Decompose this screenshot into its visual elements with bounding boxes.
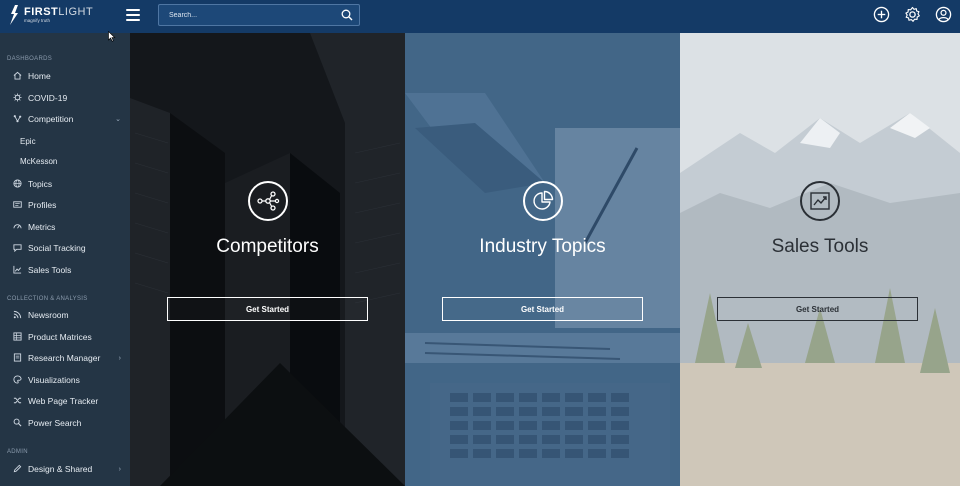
- pencil-icon: [10, 464, 24, 474]
- virus-icon: [10, 93, 24, 103]
- sidebar-item-profiles[interactable]: Profiles: [0, 196, 130, 214]
- sidebar-item-label: Topics: [28, 179, 53, 189]
- book-icon: [10, 353, 24, 363]
- rss-icon: [10, 310, 24, 320]
- sidebar-item-label: Metrics: [28, 222, 56, 232]
- sidebar-item-label: Product Matrices: [28, 332, 92, 342]
- sidebar-item-web-page-tracker[interactable]: Web Page Tracker: [0, 392, 130, 410]
- sidebar-item-label: Profiles: [28, 200, 57, 210]
- network-icon: [10, 114, 24, 124]
- sidebar-item-visualizations[interactable]: Visualizations: [0, 371, 130, 389]
- sidebar-item-label: Design & Shared: [28, 464, 93, 474]
- chat-icon: [10, 243, 24, 253]
- get-started-button-industry-topics[interactable]: Get Started: [442, 297, 643, 321]
- chevron-down-icon[interactable]: ⌄: [115, 115, 121, 123]
- section-title-admin: ADMIN: [7, 449, 28, 455]
- sidebar-item-home[interactable]: Home: [0, 67, 130, 85]
- sidebar-item-sales-tools[interactable]: Sales Tools: [0, 261, 130, 279]
- shuffle-icon: [10, 396, 24, 406]
- sidebar-item-label: COVID-19: [28, 93, 68, 103]
- sidebar: DASHBOARDS Home COVID-19 Competition ⌄ E…: [0, 33, 130, 486]
- panel-competitors: Competitors Get Started: [130, 33, 405, 486]
- section-title-dashboards: DASHBOARDS: [7, 56, 53, 62]
- brand-name: FIRSTLIGHT: [24, 5, 94, 18]
- panel-industry-topics: Industry Topics Get Started: [405, 33, 680, 486]
- sidebar-item-topics[interactable]: Topics: [0, 175, 130, 193]
- chart-line-icon: [10, 265, 24, 275]
- sidebar-subitem-label: Epic: [20, 136, 36, 146]
- flame-logo-icon: [10, 5, 18, 25]
- sidebar-subitem-mckesson[interactable]: McKesson: [0, 152, 130, 170]
- gear-icon[interactable]: [904, 6, 921, 23]
- sidebar-item-competition[interactable]: Competition ⌄: [0, 110, 130, 128]
- sidebar-item-label: Visualizations: [28, 375, 80, 385]
- sidebar-subitem-label: McKesson: [20, 156, 58, 166]
- mouse-cursor-icon: [108, 31, 116, 42]
- hamburger-icon[interactable]: [126, 9, 140, 21]
- sidebar-item-label: Sales Tools: [28, 265, 72, 275]
- sidebar-item-product-matrices[interactable]: Product Matrices: [0, 328, 130, 346]
- palette-icon: [10, 375, 24, 385]
- brand-tagline: magnify truth: [24, 17, 51, 23]
- trend-chart-icon: [800, 181, 840, 221]
- gauge-icon: [10, 222, 24, 232]
- panel-sales-tools: Sales Tools Get Started: [680, 33, 960, 486]
- sidebar-item-covid-19[interactable]: COVID-19: [0, 89, 130, 107]
- sidebar-item-design-shared[interactable]: Design & Shared ›: [0, 460, 130, 478]
- sidebar-item-label: Home: [28, 71, 51, 81]
- sidebar-item-metrics[interactable]: Metrics: [0, 218, 130, 236]
- panel-title: Competitors: [216, 236, 319, 257]
- sidebar-item-social-tracking[interactable]: Social Tracking: [0, 239, 130, 257]
- brand-logo[interactable]: FIRSTLIGHT magnify truth: [8, 5, 93, 25]
- grid-icon: [10, 332, 24, 342]
- sidebar-item-label: Power Search: [28, 418, 82, 428]
- user-circle-icon[interactable]: [935, 6, 952, 23]
- sidebar-item-label: Web Page Tracker: [28, 396, 99, 406]
- home-icon: [10, 71, 24, 81]
- get-started-button-competitors[interactable]: Get Started: [167, 297, 368, 321]
- sidebar-item-power-search[interactable]: Power Search: [0, 414, 130, 432]
- magnify-icon: [10, 418, 24, 428]
- sidebar-subitem-epic[interactable]: Epic: [0, 132, 130, 150]
- sidebar-item-research-manager[interactable]: Research Manager ›: [0, 349, 130, 367]
- id-card-icon: [10, 200, 24, 210]
- globe-icon: [10, 179, 24, 189]
- panel-title: Sales Tools: [771, 236, 869, 257]
- search-box: [158, 4, 360, 26]
- sidebar-item-label: Social Tracking: [28, 243, 86, 253]
- chevron-right-icon[interactable]: ›: [119, 466, 121, 473]
- top-bar: FIRSTLIGHT magnify truth: [0, 0, 960, 33]
- search-icon[interactable]: [341, 9, 353, 21]
- sidebar-item-label: Competition: [28, 114, 74, 124]
- search-input[interactable]: [169, 5, 329, 25]
- network-nodes-icon: [247, 181, 288, 221]
- plus-circle-icon[interactable]: [873, 6, 890, 23]
- pie-chart-icon: [522, 181, 563, 221]
- chevron-right-icon[interactable]: ›: [119, 355, 121, 362]
- panel-title: Industry Topics: [479, 236, 606, 257]
- sidebar-item-label: Newsroom: [28, 310, 69, 320]
- get-started-button-sales-tools[interactable]: Get Started: [717, 297, 918, 321]
- sidebar-item-newsroom[interactable]: Newsroom: [0, 306, 130, 324]
- sidebar-item-label: Research Manager: [28, 353, 101, 363]
- section-title-collection-analysis: COLLECTION & ANALYSIS: [7, 296, 88, 302]
